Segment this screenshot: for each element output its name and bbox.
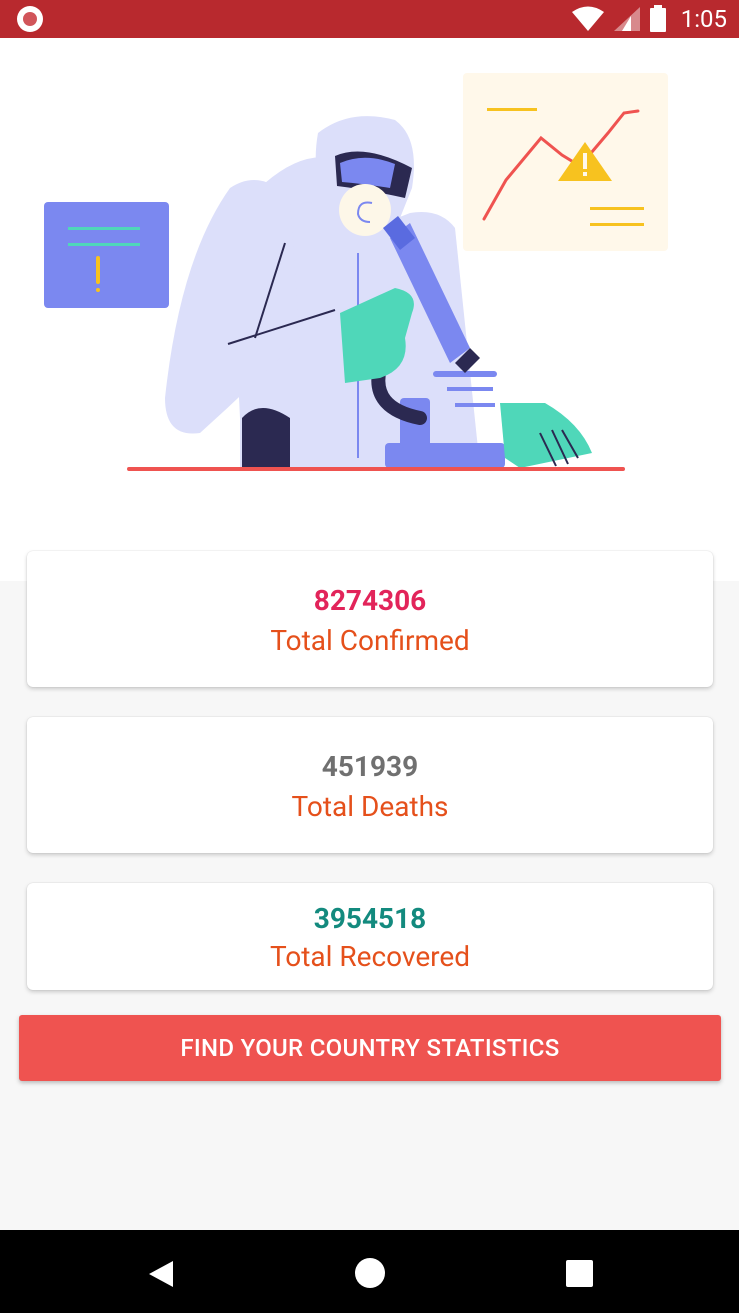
clock: 1:05	[680, 5, 727, 33]
status-bar: 1:05	[0, 0, 739, 38]
wifi-icon	[571, 6, 604, 31]
hero-banner	[0, 38, 739, 581]
back-icon[interactable]	[147, 1259, 175, 1289]
recovered-count: 3954518	[313, 902, 427, 935]
deaths-count: 451939	[321, 750, 419, 783]
recovered-label: Total Recovered	[269, 940, 471, 973]
record-icon	[17, 6, 43, 32]
deaths-label: Total Deaths	[291, 790, 449, 823]
find-country-statistics-button[interactable]: FIND YOUR COUNTRY STATISTICS	[19, 1015, 721, 1081]
stat-card-deaths: 451939 Total Deaths	[27, 717, 713, 853]
battery-icon	[649, 5, 666, 32]
scientist-with-microscope-illustration	[44, 73, 668, 471]
home-icon[interactable]	[355, 1258, 385, 1288]
signal-icon	[613, 7, 640, 31]
recents-icon[interactable]	[566, 1260, 593, 1287]
confirmed-count: 8274306	[313, 584, 427, 617]
stat-card-confirmed: 8274306 Total Confirmed	[27, 551, 713, 687]
confirmed-label: Total Confirmed	[270, 624, 470, 657]
status-icons: 1:05	[571, 0, 727, 38]
stat-card-recovered: 3954518 Total Recovered	[27, 883, 713, 990]
